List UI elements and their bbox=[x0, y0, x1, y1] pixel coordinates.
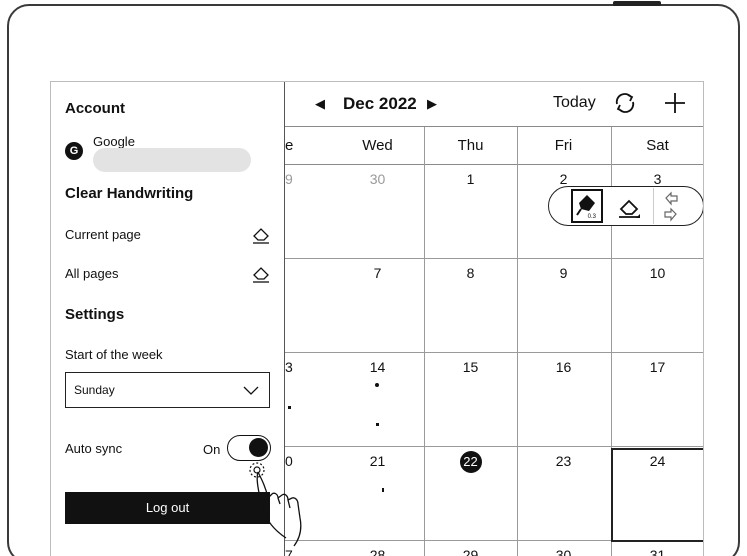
date-cell[interactable]: 30 bbox=[517, 547, 610, 556]
hand-pointer-icon bbox=[249, 462, 302, 547]
sync-icon[interactable] bbox=[613, 91, 637, 115]
event-dot bbox=[375, 383, 379, 387]
chevron-down-icon bbox=[243, 386, 259, 395]
weekday-label: Thu bbox=[457, 137, 484, 154]
pen-tool-button[interactable]: 0.3 bbox=[571, 189, 603, 223]
date-cell[interactable]: 15 bbox=[424, 359, 517, 375]
settings-heading: Settings bbox=[65, 306, 125, 323]
date-cell[interactable]: 31 bbox=[611, 547, 703, 556]
device-power-button bbox=[613, 1, 661, 6]
month-title: Dec 2022 bbox=[343, 94, 417, 113]
handwriting-mark bbox=[376, 423, 379, 426]
undo-icon[interactable] bbox=[665, 191, 678, 206]
handwriting-mark bbox=[382, 488, 384, 492]
account-heading: Account bbox=[65, 100, 125, 117]
next-month-icon[interactable]: ▶ bbox=[425, 96, 439, 112]
date-cell[interactable]: 3 bbox=[285, 359, 295, 375]
auto-sync-state: On bbox=[203, 442, 221, 457]
eraser-icon[interactable] bbox=[615, 193, 643, 221]
redo-icon[interactable] bbox=[664, 207, 677, 222]
date-cell[interactable]: 28 bbox=[331, 547, 424, 556]
handwriting-mark bbox=[288, 406, 291, 409]
auto-sync-label: Auto sync bbox=[65, 441, 123, 456]
weekday-label: Sat bbox=[646, 137, 669, 154]
selected-date-outline bbox=[611, 448, 703, 542]
date-cell[interactable]: 3 bbox=[611, 171, 703, 187]
start-of-week-dropdown[interactable]: Sunday bbox=[65, 372, 270, 408]
date-cell[interactable]: 9 bbox=[285, 171, 295, 187]
date-cell[interactable]: 1 bbox=[424, 171, 517, 187]
clear-handwriting-heading: Clear Handwriting bbox=[65, 185, 194, 202]
account-email-redacted bbox=[93, 148, 251, 172]
date-cell[interactable]: 21 bbox=[331, 453, 424, 469]
account-provider-label: Google bbox=[93, 134, 135, 149]
plus-icon[interactable] bbox=[663, 91, 687, 115]
screen: ◀ Dec 2022 ▶ Today e Wed Thu Fri Sat 9 3… bbox=[50, 81, 704, 556]
date-cell[interactable]: 2 bbox=[517, 171, 610, 187]
current-page-label: Current page bbox=[65, 227, 141, 242]
start-of-week-label: Start of the week bbox=[65, 347, 163, 362]
date-cell[interactable]: 8 bbox=[424, 265, 517, 281]
date-cell[interactable]: 23 bbox=[517, 453, 610, 469]
date-cell[interactable]: 29 bbox=[424, 547, 517, 556]
eraser-icon[interactable] bbox=[251, 263, 271, 283]
date-cell[interactable]: 7 bbox=[331, 265, 424, 281]
weekday-label: Wed bbox=[362, 137, 393, 154]
all-pages-label: All pages bbox=[65, 266, 119, 281]
today-button[interactable]: Today bbox=[553, 94, 596, 112]
floating-pen-toolbar[interactable]: 0.3 bbox=[548, 186, 703, 226]
today-indicator: 22 bbox=[459, 451, 482, 473]
weekday-label: Fri bbox=[554, 137, 573, 154]
log-out-button[interactable]: Log out bbox=[65, 492, 270, 524]
date-cell[interactable]: 17 bbox=[611, 359, 703, 375]
date-cell[interactable]: 10 bbox=[611, 265, 703, 281]
google-logo-icon: G bbox=[65, 142, 83, 160]
weekday-label: e bbox=[285, 137, 294, 154]
date-cell-today[interactable]: 22 bbox=[424, 451, 517, 473]
pen-size-label: 0.3 bbox=[587, 214, 596, 220]
undo-redo-group bbox=[653, 188, 687, 224]
date-cell[interactable]: 16 bbox=[517, 359, 610, 375]
eraser-icon[interactable] bbox=[251, 224, 271, 244]
date-cell[interactable]: 9 bbox=[517, 265, 610, 281]
date-cell[interactable]: 14 bbox=[331, 359, 424, 375]
date-cell[interactable]: 30 bbox=[331, 171, 424, 187]
start-of-week-value: Sunday bbox=[74, 383, 115, 397]
prev-month-icon[interactable]: ◀ bbox=[313, 96, 327, 112]
toggle-knob bbox=[249, 438, 268, 457]
